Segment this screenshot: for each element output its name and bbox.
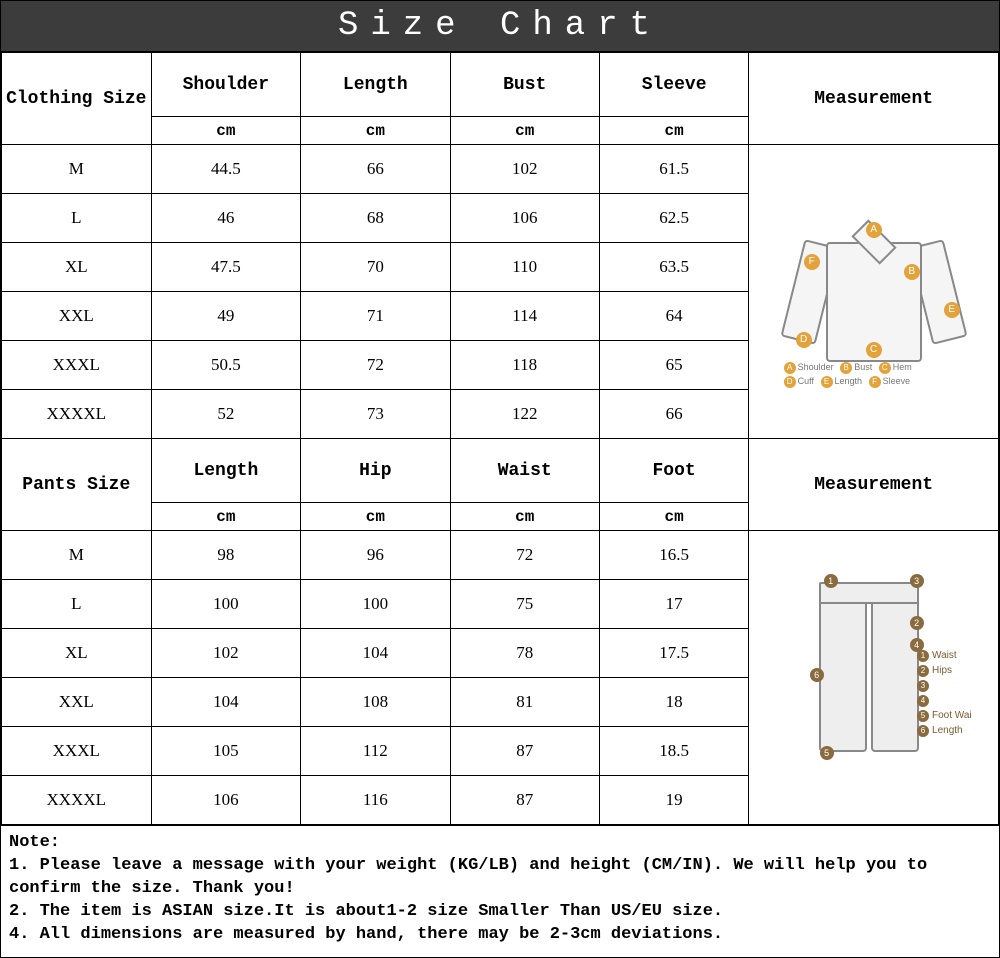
val-cell: 18 — [599, 678, 748, 727]
val-cell: 102 — [450, 145, 599, 194]
size-cell: L — [2, 580, 152, 629]
pants-col-2: Waist — [450, 439, 599, 503]
pants-size-header: Pants Size — [2, 439, 152, 531]
chart-title: Size Chart — [1, 1, 999, 52]
pants-unit-1: cm — [301, 503, 450, 531]
size-table: Clothing Size Shoulder Length Bust Sleev… — [1, 52, 999, 825]
val-cell: 52 — [151, 390, 301, 439]
pants-diagram-cell: 1 3 2 4 5 6 1Waist 2Hips 3 4 5Foot Wai 6… — [749, 531, 999, 825]
val-cell: 66 — [599, 390, 748, 439]
val-cell: 114 — [450, 292, 599, 341]
val-cell: 108 — [301, 678, 450, 727]
clothing-unit-2: cm — [450, 117, 599, 145]
size-cell: XXXXL — [2, 776, 152, 825]
size-cell: L — [2, 194, 152, 243]
val-cell: 116 — [301, 776, 450, 825]
val-cell: 49 — [151, 292, 301, 341]
size-cell: M — [2, 531, 152, 580]
val-cell: 63.5 — [599, 243, 748, 292]
val-cell: 104 — [151, 678, 301, 727]
val-cell: 81 — [450, 678, 599, 727]
pants-unit-2: cm — [450, 503, 599, 531]
size-cell: XXXL — [2, 341, 152, 390]
val-cell: 46 — [151, 194, 301, 243]
size-cell: XXL — [2, 678, 152, 727]
val-cell: 47.5 — [151, 243, 301, 292]
pants-unit-3: cm — [599, 503, 748, 531]
size-cell: M — [2, 145, 152, 194]
val-cell: 75 — [450, 580, 599, 629]
val-cell: 100 — [301, 580, 450, 629]
val-cell: 106 — [151, 776, 301, 825]
val-cell: 65 — [599, 341, 748, 390]
val-cell: 61.5 — [599, 145, 748, 194]
clothing-size-header: Clothing Size — [2, 53, 152, 145]
pants-legend: 1Waist 2Hips 3 4 5Foot Wai 6Length — [917, 648, 972, 738]
val-cell: 16.5 — [599, 531, 748, 580]
note-section: Note: 1. Please leave a message with you… — [1, 825, 999, 957]
val-cell: 66 — [301, 145, 450, 194]
val-cell: 110 — [450, 243, 599, 292]
table-row: M 44.5 66 102 61.5 A B C D E F AS — [2, 145, 999, 194]
clothing-col-2: Bust — [450, 53, 599, 117]
val-cell: 50.5 — [151, 341, 301, 390]
note-line: 2. The item is ASIAN size.It is about1-2… — [9, 901, 991, 924]
val-cell: 105 — [151, 727, 301, 776]
clothing-col-0: Shoulder — [151, 53, 301, 117]
val-cell: 72 — [450, 531, 599, 580]
size-cell: XL — [2, 243, 152, 292]
val-cell: 64 — [599, 292, 748, 341]
note-line: 1. Please leave a message with your weig… — [9, 855, 991, 901]
val-cell: 87 — [450, 727, 599, 776]
val-cell: 100 — [151, 580, 301, 629]
clothing-unit-3: cm — [599, 117, 748, 145]
val-cell: 73 — [301, 390, 450, 439]
val-cell: 112 — [301, 727, 450, 776]
clothing-col-1: Length — [301, 53, 450, 117]
val-cell: 68 — [301, 194, 450, 243]
pants-col-1: Hip — [301, 439, 450, 503]
table-row: M 98 96 72 16.5 1 3 2 4 5 6 1Waist — [2, 531, 999, 580]
val-cell: 104 — [301, 629, 450, 678]
val-cell: 96 — [301, 531, 450, 580]
val-cell: 17 — [599, 580, 748, 629]
val-cell: 122 — [450, 390, 599, 439]
clothing-col-3: Sleeve — [599, 53, 748, 117]
size-cell: XL — [2, 629, 152, 678]
val-cell: 62.5 — [599, 194, 748, 243]
size-cell: XXXXL — [2, 390, 152, 439]
pants-col-3: Foot — [599, 439, 748, 503]
val-cell: 18.5 — [599, 727, 748, 776]
val-cell: 98 — [151, 531, 301, 580]
pants-col-0: Length — [151, 439, 301, 503]
val-cell: 17.5 — [599, 629, 748, 678]
shirt-icon: A B C D E F AShoulder BBust CHem DCuff E… — [774, 192, 974, 392]
pants-icon: 1 3 2 4 5 6 1Waist 2Hips 3 4 5Foot Wai 6… — [774, 568, 974, 788]
size-chart-container: Size Chart Clothing Size Shoulder Length… — [0, 0, 1000, 958]
clothing-measurement-header: Measurement — [749, 53, 999, 145]
shirt-diagram-cell: A B C D E F AShoulder BBust CHem DCuff E… — [749, 145, 999, 439]
clothing-unit-0: cm — [151, 117, 301, 145]
val-cell: 102 — [151, 629, 301, 678]
pants-unit-0: cm — [151, 503, 301, 531]
val-cell: 87 — [450, 776, 599, 825]
val-cell: 72 — [301, 341, 450, 390]
val-cell: 71 — [301, 292, 450, 341]
val-cell: 106 — [450, 194, 599, 243]
size-cell: XXL — [2, 292, 152, 341]
val-cell: 44.5 — [151, 145, 301, 194]
shirt-legend: AShoulder BBust CHem DCuff ELength FSlee… — [780, 360, 968, 388]
val-cell: 118 — [450, 341, 599, 390]
val-cell: 70 — [301, 243, 450, 292]
clothing-unit-1: cm — [301, 117, 450, 145]
val-cell: 78 — [450, 629, 599, 678]
note-line: 4. All dimensions are measured by hand, … — [9, 924, 991, 947]
val-cell: 19 — [599, 776, 748, 825]
pants-measurement-header: Measurement — [749, 439, 999, 531]
size-cell: XXXL — [2, 727, 152, 776]
note-heading: Note: — [9, 832, 991, 855]
